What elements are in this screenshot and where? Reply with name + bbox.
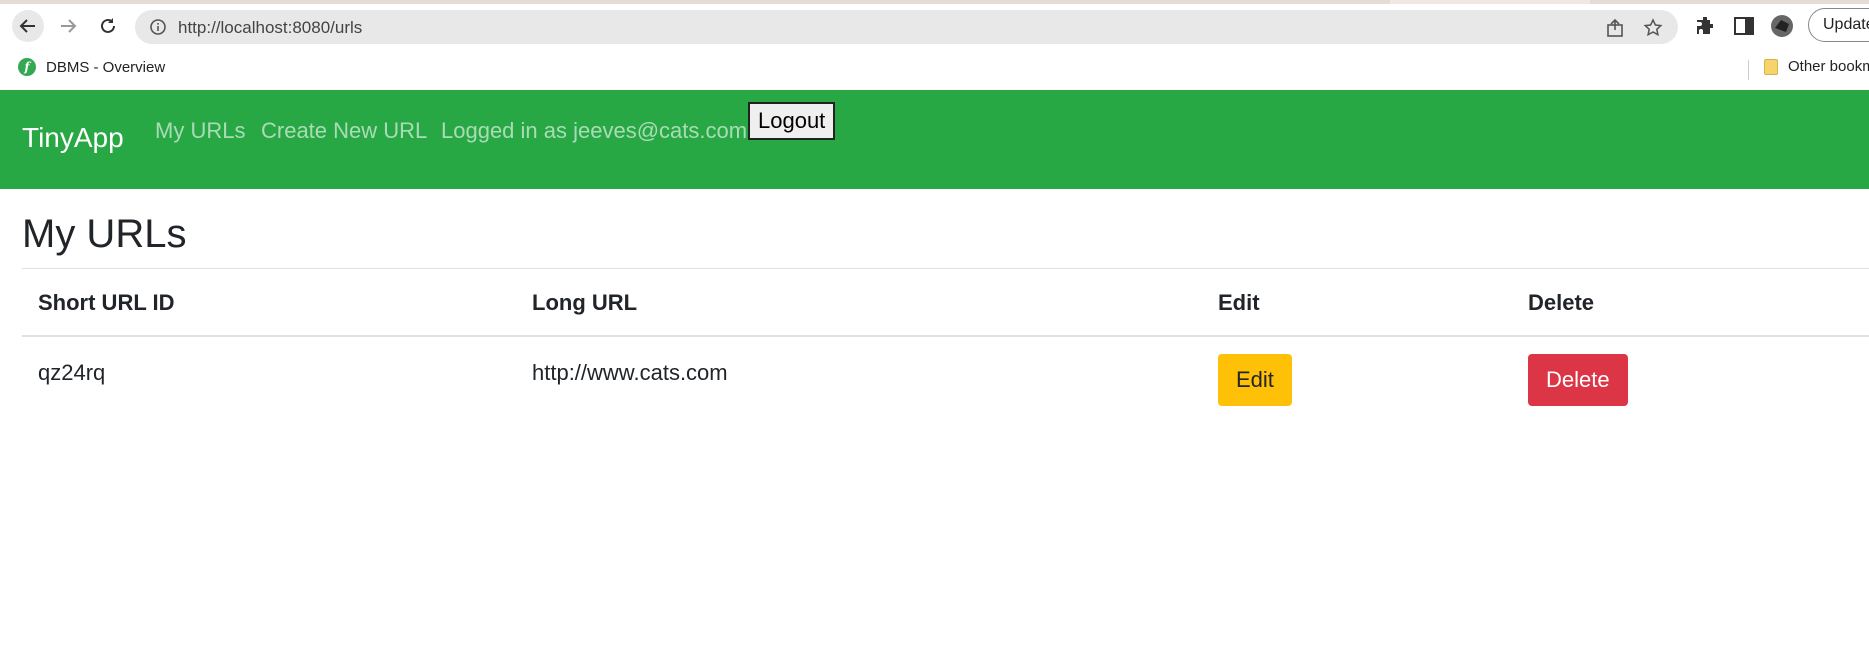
edit-button[interactable]: Edit: [1218, 354, 1292, 406]
nav-link-my-urls[interactable]: My URLs: [155, 118, 245, 144]
address-bar[interactable]: http://localhost:8080/urls: [135, 10, 1678, 44]
column-header-delete: Delete: [1528, 290, 1595, 315]
back-button[interactable]: [12, 10, 44, 42]
bookmark-item[interactable]: f DBMS - Overview: [18, 58, 165, 76]
folder-icon: [1764, 58, 1778, 75]
url-text[interactable]: http://localhost:8080/urls: [178, 18, 362, 38]
title-divider: [22, 268, 1869, 269]
long-url-cell: http://www.cats.com: [532, 360, 728, 385]
arrow-right-icon: [61, 19, 77, 33]
column-header-short-url-id: Short URL ID: [38, 290, 175, 315]
navbar: TinyApp My URLs Create New URL Logged in…: [0, 90, 1869, 189]
side-panel-icon[interactable]: [1732, 14, 1756, 38]
column-header-edit: Edit: [1218, 290, 1260, 315]
logout-button[interactable]: Logout: [748, 102, 836, 140]
table-header-divider: [22, 335, 1869, 337]
extensions-icon[interactable]: [1694, 14, 1718, 38]
info-icon[interactable]: [149, 18, 167, 36]
bookmarks-bar: f DBMS - Overview Other bookmarks: [0, 52, 1869, 86]
bookmarks-divider: [1748, 60, 1749, 80]
bookmark-label: DBMS - Overview: [46, 58, 166, 76]
other-bookmarks[interactable]: Other bookmarks: [1764, 58, 1869, 75]
page-title: My URLs: [22, 212, 187, 256]
short-url-id-cell: qz24rq: [38, 360, 106, 385]
arrow-left-icon: [19, 19, 35, 33]
update-button[interactable]: Update: [1808, 8, 1869, 42]
page-content: TinyApp My URLs Create New URL Logged in…: [0, 90, 1869, 659]
nav-link-create-new-url[interactable]: Create New URL: [261, 118, 427, 144]
reload-icon: [101, 18, 115, 33]
reload-button[interactable]: [92, 10, 124, 42]
tab-strip: [0, 0, 1869, 4]
star-icon[interactable]: [1643, 18, 1663, 38]
delete-button[interactable]: Delete: [1528, 354, 1628, 406]
logged-in-text: Logged in as jeeves@cats.com: [441, 118, 748, 143]
forward-button[interactable]: [52, 10, 84, 42]
brand-link[interactable]: TinyApp: [22, 122, 124, 154]
other-bookmarks-label: Other bookmarks: [1788, 58, 1869, 75]
bookmark-favicon-icon: f: [18, 58, 36, 76]
column-header-long-url: Long URL: [532, 290, 638, 315]
profile-avatar-icon[interactable]: [1770, 14, 1794, 38]
share-icon[interactable]: [1605, 18, 1625, 38]
